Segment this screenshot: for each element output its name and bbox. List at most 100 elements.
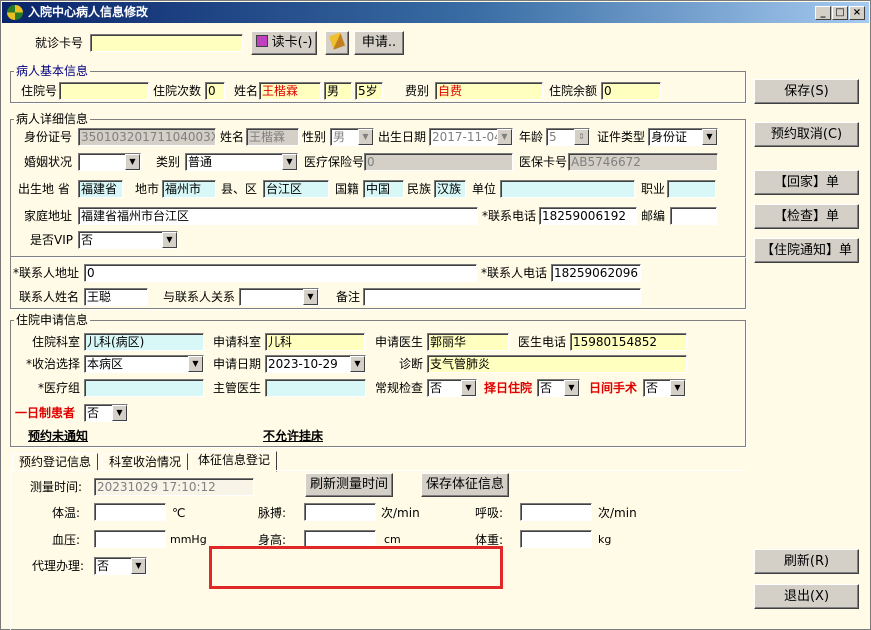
province-field[interactable]: 福建省 [78, 180, 123, 198]
save-button[interactable]: 保存(S) [754, 79, 859, 104]
maximize-icon[interactable]: □ [832, 6, 848, 20]
day-surgery-select[interactable]: 否 ▼ [643, 379, 686, 397]
admission-no-field[interactable] [59, 82, 149, 100]
chevron-down-icon[interactable]: ▼ [131, 558, 146, 574]
tab-reservation[interactable]: 预约登记信息 [12, 453, 98, 471]
proxy-select[interactable]: 否 ▼ [94, 557, 147, 575]
med-card-field[interactable]: AB5746672 [568, 153, 718, 171]
category-select[interactable]: 普通 ▼ [185, 153, 298, 171]
chevron-down-icon[interactable]: ▼ [564, 380, 579, 396]
chevron-down-icon[interactable]: ▼ [350, 356, 365, 372]
birth-date-picker[interactable]: 2017-11-04 ▼ [429, 128, 513, 146]
window-title: 入院中心病人信息修改 [28, 5, 149, 19]
remark-field[interactable] [363, 288, 641, 306]
chevron-down-icon[interactable]: ▼ [162, 232, 177, 248]
doctor-field[interactable]: 郭丽华 [427, 333, 509, 351]
routine-select[interactable]: 否 ▼ [427, 379, 477, 397]
tab-dept-admission[interactable]: 科室收治情况 [102, 453, 188, 471]
time-field[interactable]: 20231029 17:10:12 [94, 478, 254, 496]
vip-select[interactable]: 否 ▼ [78, 231, 178, 249]
cancel-reservation-button[interactable]: 预约取消(C) [754, 122, 859, 147]
city-field[interactable]: 福州市 [162, 180, 216, 198]
spin-icon[interactable]: ⇕ [574, 129, 589, 145]
contact-addr-label: *联系人地址 [13, 266, 80, 280]
app-icon [7, 5, 23, 20]
nation-field[interactable]: 中国 [363, 180, 404, 198]
times-field[interactable]: 0 [205, 82, 225, 100]
close-icon[interactable]: × [849, 6, 865, 20]
dept-field[interactable]: 儿科(病区) [84, 333, 204, 351]
chevron-down-icon[interactable]: ▼ [188, 356, 203, 372]
balance-field[interactable]: 0 [601, 82, 661, 100]
exit-button[interactable]: 退出(X) [754, 584, 859, 609]
phone-field[interactable]: 18259006192 [539, 207, 637, 225]
id-label: 身份证号 [24, 130, 73, 144]
chevron-down-icon[interactable]: ▼ [112, 405, 127, 421]
bp-field[interactable] [94, 530, 166, 548]
save-vitals-button[interactable]: 保存体征信息 [421, 473, 509, 497]
one-day-value: 否 [87, 406, 100, 420]
clear-button[interactable] [325, 31, 349, 55]
ethnic-field[interactable]: 汉族 [434, 180, 466, 198]
chevron-down-icon[interactable]: ▼ [461, 380, 476, 396]
doctor-phone-field[interactable]: 15980154852 [570, 333, 687, 351]
marital-select[interactable]: ▼ [78, 153, 141, 171]
apply-dept-field[interactable]: 儿科 [265, 333, 365, 351]
ethnic-label: 民族 [407, 182, 432, 196]
chevron-down-icon[interactable]: ▼ [702, 129, 717, 145]
minimize-icon[interactable]: _ [815, 6, 831, 20]
chief-label: 主管医生 [213, 381, 262, 395]
chevron-down-icon[interactable]: ▼ [670, 380, 685, 396]
diag-field[interactable]: 支气管肺炎 [427, 355, 687, 373]
city-label: 地市 [135, 182, 160, 196]
apply-button[interactable]: 申请.. [354, 31, 404, 55]
basic-info-title: 病人基本信息 [14, 64, 91, 78]
weight-field[interactable] [520, 530, 592, 548]
admit-select[interactable]: 本病区 ▼ [84, 355, 204, 373]
detail-name-label: 姓名 [220, 130, 245, 144]
select-day-select[interactable]: 否 ▼ [537, 379, 580, 397]
basic-name-field[interactable]: 王楷霖 [259, 82, 321, 100]
group-field[interactable] [84, 379, 204, 397]
idtype-select[interactable]: 身份证 ▼ [648, 128, 718, 146]
county-field[interactable]: 台江区 [263, 180, 329, 198]
refresh-time-button[interactable]: 刷新测量时间 [305, 473, 393, 497]
title-bar: 入院中心病人信息修改 _ □ × [2, 2, 869, 23]
detail-info-title: 病人详细信息 [14, 112, 91, 126]
contact-name-field[interactable]: 王聪 [84, 288, 148, 306]
address-field[interactable]: 福建省福州市台江区 [78, 207, 478, 225]
basic-age-field[interactable]: 5岁 [355, 82, 383, 100]
zip-field[interactable] [670, 207, 717, 225]
age-spinner[interactable]: 5 ⇕ [546, 128, 590, 146]
chevron-down-icon[interactable]: ▼ [358, 129, 373, 145]
id-field[interactable]: 35010320171104003X [78, 128, 216, 146]
idtype-value: 身份证 [651, 130, 688, 144]
read-card-button[interactable]: 读卡(-) [251, 31, 317, 55]
check-form-button[interactable]: 【检查】单 [754, 204, 859, 229]
job-field[interactable] [667, 180, 716, 198]
admission-notice-button[interactable]: 【住院通知】单 [754, 238, 859, 263]
chevron-down-icon[interactable]: ▼ [303, 289, 318, 305]
apply-date-picker[interactable]: 2023-10-29 ▼ [265, 355, 366, 373]
temp-field[interactable] [94, 503, 166, 521]
chevron-down-icon[interactable]: ▼ [497, 129, 512, 145]
chevron-down-icon[interactable]: ▼ [125, 154, 140, 170]
detail-name-field[interactable]: 王楷霖 [246, 128, 299, 146]
fee-field[interactable]: 自费 [435, 82, 543, 100]
contact-addr-field[interactable]: 0 [84, 264, 477, 282]
one-day-select[interactable]: 否 ▼ [84, 404, 128, 422]
home-form-button[interactable]: 【回家】单 [754, 170, 859, 195]
pulse-field[interactable] [304, 503, 376, 521]
basic-sex-field[interactable]: 男 [324, 82, 352, 100]
contact-phone-field[interactable]: 18259062096 [551, 264, 641, 282]
insurance-field[interactable]: 0 [364, 153, 513, 171]
resp-field[interactable] [520, 503, 592, 521]
unit-field[interactable] [500, 180, 635, 198]
refresh-button[interactable]: 刷新(R) [754, 549, 859, 574]
card-input[interactable] [90, 34, 243, 52]
chief-field[interactable] [265, 379, 366, 397]
temp-label: 体温: [52, 506, 81, 520]
sex-select[interactable]: 男 ▼ [330, 128, 374, 146]
relation-select[interactable]: ▼ [239, 288, 319, 306]
chevron-down-icon[interactable]: ▼ [282, 154, 297, 170]
